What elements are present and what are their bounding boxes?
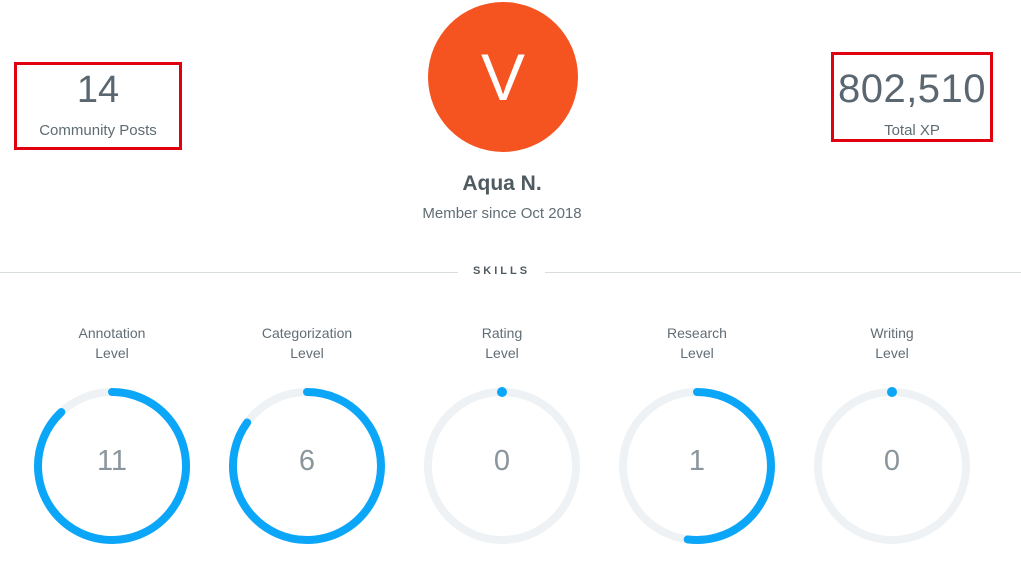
- skill-name-suffix: Level: [875, 345, 909, 361]
- progress-ring-start-dot: [497, 387, 507, 397]
- user-name: Aqua N.: [462, 172, 542, 195]
- skill-gauge-research: 1: [618, 387, 776, 545]
- skill-level-value: 6: [298, 445, 316, 477]
- skill-label-annotation: Annotation Level: [32, 323, 192, 363]
- skill-label-categorization: Categorization Level: [227, 323, 387, 363]
- member-since: Member since Oct 2018: [422, 205, 582, 222]
- skill-name: Rating: [481, 325, 523, 341]
- skill-name-suffix: Level: [485, 345, 519, 361]
- skill-name-suffix: Level: [290, 345, 324, 361]
- skill-level-value: 0: [493, 445, 511, 477]
- skill-name: Writing: [870, 325, 914, 341]
- skill-label-research: Research Level: [617, 323, 777, 363]
- skill-gauge-annotation: 11: [33, 387, 191, 545]
- progress-ring-start-dot: [887, 387, 897, 397]
- avatar: V: [428, 2, 578, 152]
- skill-gauge-writing: 0: [813, 387, 971, 545]
- skill-label-writing: Writing Level: [812, 323, 972, 363]
- community-posts-label: Community Posts: [39, 122, 157, 139]
- skill-gauge-rating: 0: [423, 387, 581, 545]
- divider-left: [0, 272, 458, 273]
- skill-name: Categorization: [261, 325, 353, 341]
- skill-name: Research: [667, 325, 727, 341]
- skill-level-value: 0: [883, 445, 901, 477]
- skill-name-suffix: Level: [95, 345, 129, 361]
- divider-right: [545, 272, 1021, 273]
- community-posts-count: 14: [76, 69, 120, 111]
- skill-label-rating: Rating Level: [422, 323, 582, 363]
- skills-heading: SKILLS: [472, 265, 531, 277]
- skill-name-suffix: Level: [680, 345, 714, 361]
- skill-gauge-categorization: 6: [228, 387, 386, 545]
- skill-level-value: 11: [96, 445, 128, 477]
- skill-name: Annotation: [78, 325, 146, 341]
- skill-level-value: 1: [688, 445, 706, 477]
- community-posts-stat: 14 Community Posts: [14, 62, 182, 150]
- total-xp-stat: 802,510 Total XP: [831, 52, 993, 142]
- total-xp-label: Total XP: [884, 122, 940, 139]
- total-xp-value: 802,510: [837, 67, 987, 111]
